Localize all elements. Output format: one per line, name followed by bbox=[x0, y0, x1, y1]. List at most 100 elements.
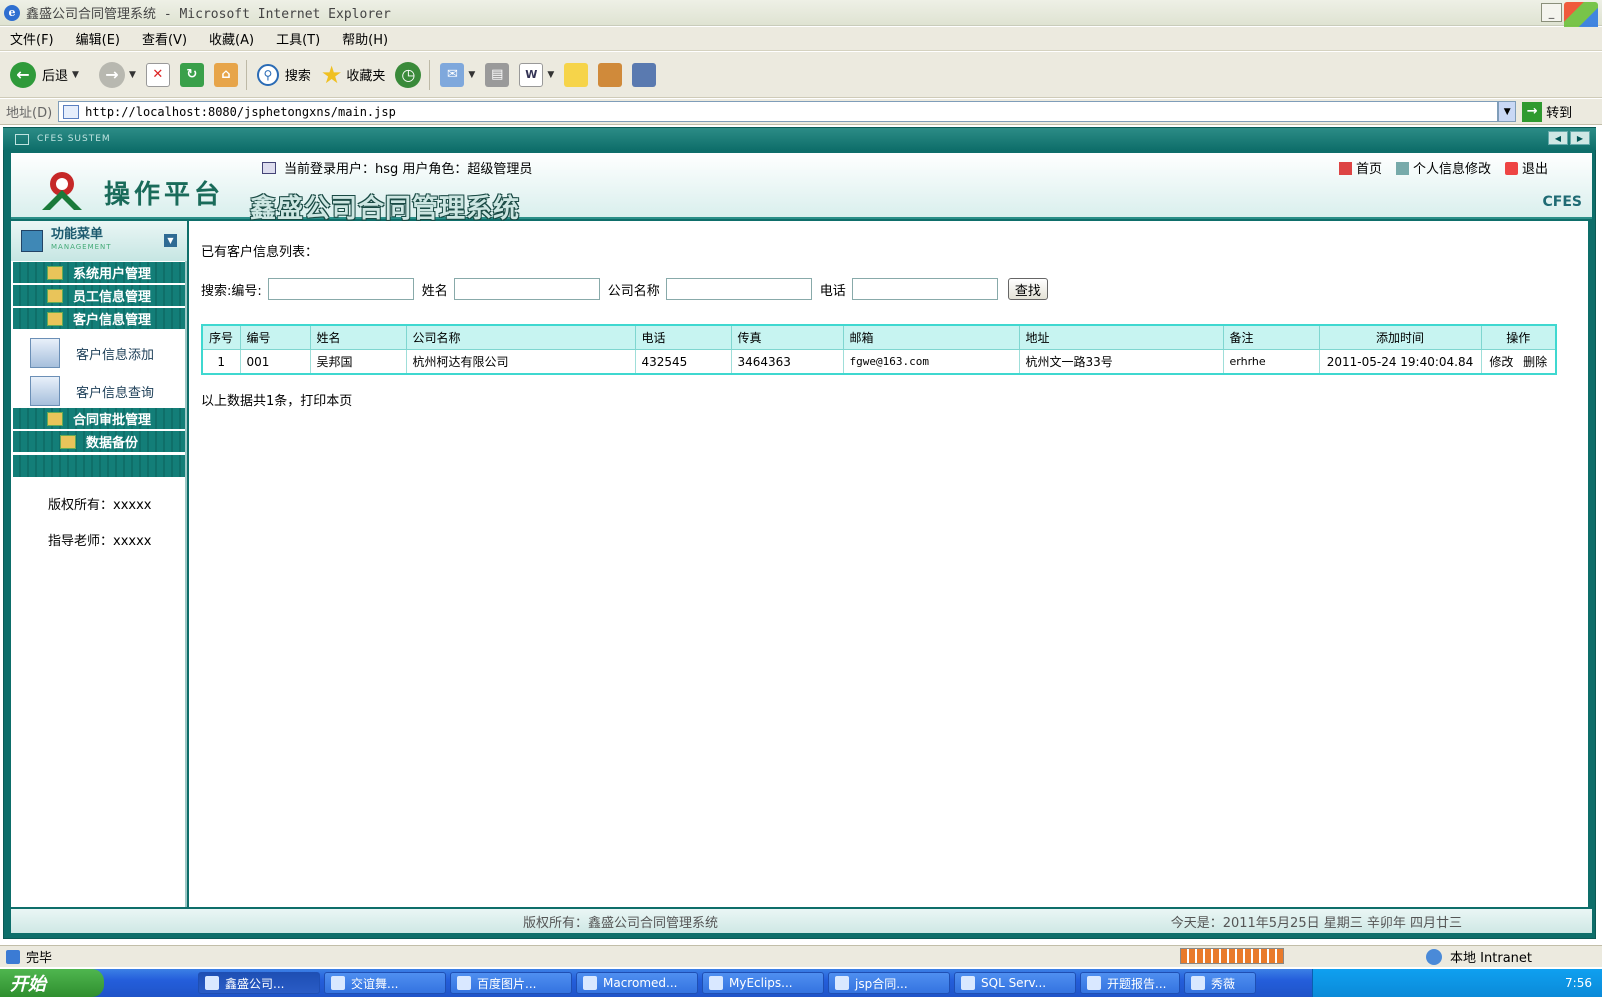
mail-button[interactable]: ✉ ▼ bbox=[440, 62, 476, 87]
search-button[interactable]: 查找 bbox=[1007, 278, 1048, 300]
ie-logo-icon: e bbox=[4, 4, 20, 21]
top-links: 首页 个人信息修改 退出 bbox=[1338, 158, 1548, 177]
stop-icon: ✕ bbox=[145, 62, 170, 87]
menu-help[interactable]: 帮助(H) bbox=[342, 29, 388, 48]
sidebar-item-customers[interactable]: 客户信息管理 bbox=[13, 308, 185, 329]
sidebar-item-employees[interactable]: 员工信息管理 bbox=[13, 285, 185, 306]
col-header: 操作 bbox=[1480, 324, 1557, 350]
task-button[interactable]: jsp合同... bbox=[828, 972, 950, 994]
search-company-label: 公司名称 bbox=[607, 283, 660, 299]
col-header: 地址 bbox=[1018, 324, 1224, 350]
user-add-icon bbox=[30, 338, 60, 368]
sidebar-item-backup[interactable]: 数据备份 bbox=[13, 431, 185, 452]
mail-icon: ✉ bbox=[440, 62, 465, 87]
footer-date: 今天是：2011年5月25日 星期三 辛卯年 四月廿三 bbox=[1170, 915, 1462, 931]
menu-bar: 文件(F) 编辑(E) 查看(V) 收藏(A) 工具(T) 帮助(H) bbox=[0, 27, 1602, 51]
favorites-button[interactable]: ★ 收藏夹 bbox=[321, 61, 386, 89]
task-button[interactable]: MyEclips... bbox=[702, 972, 824, 994]
customer-table: 序号 编号 姓名 公司名称 电话 传真 邮箱 地址 备注 添加时间 操作 1 0… bbox=[201, 324, 1557, 375]
address-url: http://localhost:8080/jsphetongxns/main.… bbox=[85, 104, 396, 119]
cell-note: erhrhe bbox=[1222, 349, 1320, 375]
browser-toolbar: ← 后退 ▼ → ▼ ✕ ↻ ⌂ ⚲ 搜索 ★ 收藏夹 ◷ ✉ ▼ ▤ W ▼ bbox=[0, 52, 1602, 98]
sidebar-item-contracts[interactable]: 合同审批管理 bbox=[13, 408, 185, 429]
task-button[interactable]: Macromed... bbox=[576, 972, 698, 994]
edit-button[interactable]: W ▼ bbox=[519, 62, 554, 87]
messenger-button[interactable] bbox=[598, 62, 623, 87]
menu-edit[interactable]: 编辑(E) bbox=[76, 29, 120, 48]
status-text: 完毕 bbox=[26, 951, 53, 966]
task-label: 鑫盛公司... bbox=[225, 976, 285, 991]
search-id-input[interactable] bbox=[267, 278, 414, 300]
menu-item-icon bbox=[46, 265, 63, 280]
menu-file[interactable]: 文件(F) bbox=[10, 29, 54, 48]
task-label: 开题报告... bbox=[1107, 976, 1167, 991]
intranet-icon bbox=[1426, 948, 1443, 965]
window-title: 鑫盛公司合同管理系统 - Microsoft Internet Explorer bbox=[26, 7, 391, 22]
col-header: 传真 bbox=[730, 324, 844, 350]
cell-id: 001 bbox=[239, 349, 311, 375]
sidebar-subitem-query-customer[interactable]: 客户信息查询 bbox=[30, 376, 154, 406]
menu-item-icon bbox=[59, 434, 76, 449]
menu-book-icon bbox=[21, 230, 43, 252]
go-arrow-icon[interactable]: → bbox=[1522, 101, 1543, 122]
history-icon: ◷ bbox=[395, 61, 422, 88]
ie-icon bbox=[331, 976, 345, 990]
home-link[interactable]: 首页 bbox=[1338, 158, 1382, 177]
task-button[interactable]: 秀薇 bbox=[1184, 972, 1256, 994]
sidebar-footer-bar bbox=[13, 455, 185, 477]
edit-link[interactable]: 修改 bbox=[1489, 355, 1513, 369]
logout-link[interactable]: 退出 bbox=[1504, 158, 1548, 177]
star-icon: ★ bbox=[320, 60, 343, 89]
window-controls: _ bbox=[1541, 3, 1562, 22]
address-input[interactable]: http://localhost:8080/jsphetongxns/main.… bbox=[58, 101, 1499, 122]
menu-favorites[interactable]: 收藏(A) bbox=[209, 29, 254, 48]
history-button[interactable]: ◷ bbox=[395, 61, 422, 88]
left-arrow-icon[interactable]: ◀ bbox=[1548, 131, 1568, 145]
edit-icon bbox=[1395, 162, 1409, 175]
task-button[interactable]: 开题报告... bbox=[1080, 972, 1180, 994]
back-button[interactable]: ← 后退 ▼ bbox=[10, 61, 79, 88]
task-label: Macromed... bbox=[603, 976, 678, 990]
refresh-icon: ↻ bbox=[179, 62, 204, 87]
list-title: 已有客户信息列表： bbox=[201, 245, 319, 260]
app-title: 鑫盛公司合同管理系统 bbox=[250, 194, 521, 224]
minimize-button[interactable]: _ bbox=[1541, 3, 1562, 22]
home-button[interactable]: ⌂ bbox=[213, 62, 238, 87]
search-company-input[interactable] bbox=[665, 278, 812, 300]
task-button[interactable]: 百度图片... bbox=[450, 972, 572, 994]
delete-link[interactable]: 删除 bbox=[1523, 355, 1547, 369]
address-dropdown-button[interactable]: ▼ bbox=[1498, 101, 1517, 122]
refresh-button[interactable]: ↻ bbox=[179, 62, 204, 87]
right-arrow-icon[interactable]: ▶ bbox=[1570, 131, 1590, 145]
cell-email: fgwe@163.com bbox=[842, 349, 1020, 375]
cell-address: 杭州文一路33号 bbox=[1018, 349, 1224, 375]
stop-button[interactable]: ✕ bbox=[145, 62, 170, 87]
task-label: jsp合同... bbox=[855, 976, 908, 991]
user-info: 当前登录用户：hsg 用户角色：超级管理员 bbox=[262, 158, 532, 177]
printer-icon: ▤ bbox=[485, 62, 510, 87]
back-arrow-icon: ← bbox=[10, 61, 36, 88]
dropdown-arrow-icon: ▼ bbox=[468, 69, 476, 80]
research-button[interactable] bbox=[632, 62, 657, 87]
profile-link[interactable]: 个人信息修改 bbox=[1395, 158, 1491, 177]
menu-tools[interactable]: 工具(T) bbox=[276, 29, 320, 48]
notes-button[interactable] bbox=[564, 62, 589, 87]
sidebar-item-system-users[interactable]: 系统用户管理 bbox=[13, 262, 185, 283]
brand-label: CFES bbox=[1542, 194, 1582, 210]
sidebar-subitem-add-customer[interactable]: 客户信息添加 bbox=[30, 338, 154, 368]
print-button[interactable]: ▤ bbox=[485, 62, 510, 87]
task-button[interactable]: 鑫盛公司... bbox=[198, 972, 320, 994]
search-button[interactable]: ⚲ 搜索 bbox=[256, 63, 311, 86]
start-button[interactable]: 开始 bbox=[0, 969, 104, 997]
task-button[interactable]: 交谊舞... bbox=[324, 972, 446, 994]
search-phone-input[interactable] bbox=[851, 278, 998, 300]
search-form: 搜索:编号: 姓名 公司名称 电话 查找 bbox=[201, 278, 1048, 300]
menu-view[interactable]: 查看(V) bbox=[142, 29, 187, 48]
task-button[interactable]: SQL Serv... bbox=[954, 972, 1076, 994]
go-button[interactable]: 转到 bbox=[1546, 102, 1572, 121]
collapse-icon[interactable]: ▼ bbox=[164, 234, 177, 247]
forward-button[interactable]: → ▼ bbox=[89, 61, 136, 88]
cell-phone: 432545 bbox=[634, 349, 732, 375]
search-name-input[interactable] bbox=[453, 278, 600, 300]
clock[interactable]: 7:56 bbox=[1565, 976, 1592, 990]
